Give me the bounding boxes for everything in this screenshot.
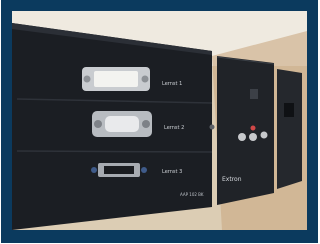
third-panel-port — [284, 103, 294, 117]
label-row2: Lernst 2 — [164, 125, 184, 131]
hdmi-connector-icon — [91, 163, 147, 177]
blue-frame: Lernst 1 Lernst 2 Lernst 3 AAP 102 BK Ex… — [1, 0, 318, 243]
screw-icon — [209, 124, 215, 130]
label-row3: Lernst 3 — [162, 169, 182, 175]
label-row1: Lernst 1 — [162, 81, 182, 87]
brand-label: Extron — [222, 176, 242, 183]
dvi-connector-icon — [82, 67, 150, 91]
photo-illustration: Lernst 1 Lernst 2 Lernst 3 AAP 102 BK Ex… — [12, 11, 307, 230]
av-wall-plate-photo: Lernst 1 Lernst 2 Lernst 3 AAP 102 BK Ex… — [12, 11, 307, 230]
vga-connector-icon — [92, 111, 152, 137]
second-panel-port-top — [250, 89, 258, 99]
model-label: AAP 102 BK — [180, 192, 204, 197]
third-panel — [277, 69, 302, 189]
row-separator-2 — [16, 150, 213, 153]
